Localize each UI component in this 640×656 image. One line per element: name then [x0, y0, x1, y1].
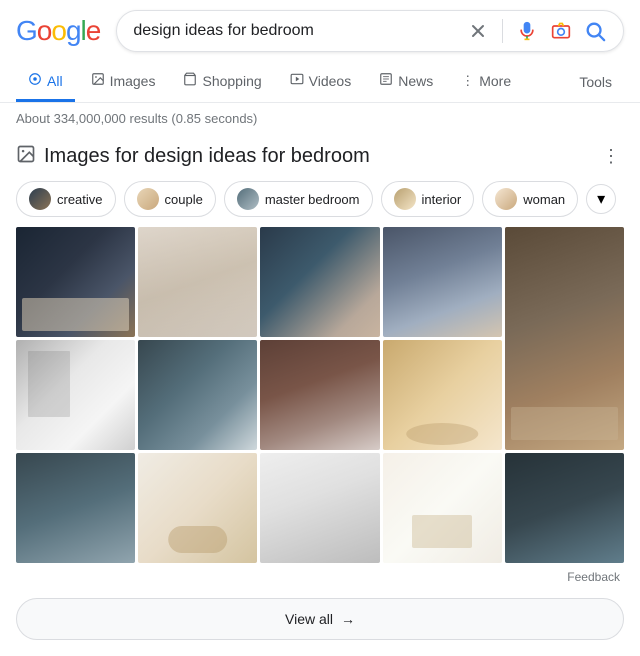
- chip-woman-thumb: [495, 188, 517, 210]
- feedback-label[interactable]: Feedback: [16, 568, 624, 586]
- search-bar: [116, 10, 624, 52]
- tab-images-label: Images: [110, 73, 156, 89]
- chip-creative[interactable]: creative: [16, 181, 116, 217]
- tab-videos-label: Videos: [309, 73, 352, 89]
- chevron-down-icon: ▾: [597, 189, 605, 209]
- chip-couple-thumb: [137, 188, 159, 210]
- bedroom-image-12[interactable]: [260, 453, 379, 563]
- images-section-title: Images for design ideas for bedroom: [44, 145, 370, 168]
- tab-all-label: All: [47, 73, 63, 89]
- chip-couple[interactable]: couple: [124, 181, 216, 217]
- bedroom-image-1[interactable]: [16, 227, 135, 337]
- image-grid: 25 SMART SMALL BEDROOM DECOR IDEAS: [16, 227, 624, 566]
- shopping-icon: [183, 72, 197, 89]
- bedroom-image-11[interactable]: [138, 453, 257, 563]
- bedroom-image-3[interactable]: [260, 227, 379, 337]
- tab-shopping[interactable]: Shopping: [171, 62, 273, 102]
- search-icons: [466, 19, 607, 43]
- google-logo: Google: [16, 15, 100, 47]
- view-all-section: View all →: [0, 586, 640, 656]
- bedroom-image-10[interactable]: [16, 453, 135, 563]
- chips-expand-button[interactable]: ▾: [586, 184, 616, 214]
- voice-search-icon[interactable]: [515, 19, 539, 43]
- tab-news-label: News: [398, 73, 433, 89]
- tab-all[interactable]: All: [16, 62, 75, 102]
- bedroom-image-6[interactable]: [16, 340, 135, 450]
- view-all-label: View all: [285, 611, 333, 627]
- bedroom-image-8[interactable]: [260, 340, 379, 450]
- images-header: Images for design ideas for bedroom ⋮: [16, 142, 624, 171]
- header: Google: [0, 0, 640, 62]
- view-all-button[interactable]: View all →: [16, 598, 624, 640]
- bedroom-image-13[interactable]: [383, 453, 502, 563]
- camera-search-icon[interactable]: [549, 19, 573, 43]
- tab-more[interactable]: ⋮ More: [449, 63, 523, 102]
- videos-icon: [290, 72, 304, 89]
- images-section: Images for design ideas for bedroom ⋮ cr…: [0, 134, 640, 586]
- nav-tabs: All Images Shopping Videos News ⋮ More T…: [0, 62, 640, 103]
- chip-creative-label: creative: [57, 192, 103, 207]
- chip-interior[interactable]: interior: [381, 181, 475, 217]
- chip-master-thumb: [237, 188, 259, 210]
- images-icon: [91, 72, 105, 89]
- results-count: About 334,000,000 results (0.85 seconds): [16, 111, 257, 126]
- news-icon: [379, 72, 393, 89]
- tab-videos[interactable]: Videos: [278, 62, 364, 102]
- chip-master-bedroom[interactable]: master bedroom: [224, 181, 373, 217]
- chip-woman-label: woman: [523, 192, 565, 207]
- chip-interior-thumb: [394, 188, 416, 210]
- bedroom-image-7[interactable]: [138, 340, 257, 450]
- all-icon: [28, 72, 42, 89]
- more-icon: ⋮: [461, 73, 474, 89]
- divider: [502, 19, 503, 43]
- bedroom-image-5[interactable]: [505, 227, 624, 450]
- search-input[interactable]: [133, 22, 456, 40]
- bedroom-image-14[interactable]: [505, 453, 624, 563]
- chip-couple-label: couple: [165, 192, 203, 207]
- images-title-wrap: Images for design ideas for bedroom: [16, 144, 370, 169]
- tab-news[interactable]: News: [367, 62, 445, 102]
- chip-master-label: master bedroom: [265, 192, 360, 207]
- chip-woman[interactable]: woman: [482, 181, 578, 217]
- tab-images[interactable]: Images: [79, 62, 168, 102]
- search-submit-icon[interactable]: [583, 19, 607, 43]
- chip-creative-thumb: [29, 188, 51, 210]
- chip-interior-label: interior: [422, 192, 462, 207]
- view-all-arrow-icon: →: [341, 611, 355, 627]
- tools-button[interactable]: Tools: [567, 64, 624, 100]
- section-options-icon[interactable]: ⋮: [598, 142, 624, 171]
- clear-icon[interactable]: [466, 19, 490, 43]
- bedroom-image-9[interactable]: [383, 340, 502, 450]
- bedroom-image-4[interactable]: [383, 227, 502, 337]
- bedroom-image-2[interactable]: [138, 227, 257, 337]
- results-info: About 334,000,000 results (0.85 seconds): [0, 103, 640, 134]
- images-section-icon: [16, 144, 36, 169]
- tab-shopping-label: Shopping: [202, 73, 261, 89]
- tab-more-label: More: [479, 73, 511, 89]
- filter-chips: creative couple master bedroom interior …: [16, 181, 624, 217]
